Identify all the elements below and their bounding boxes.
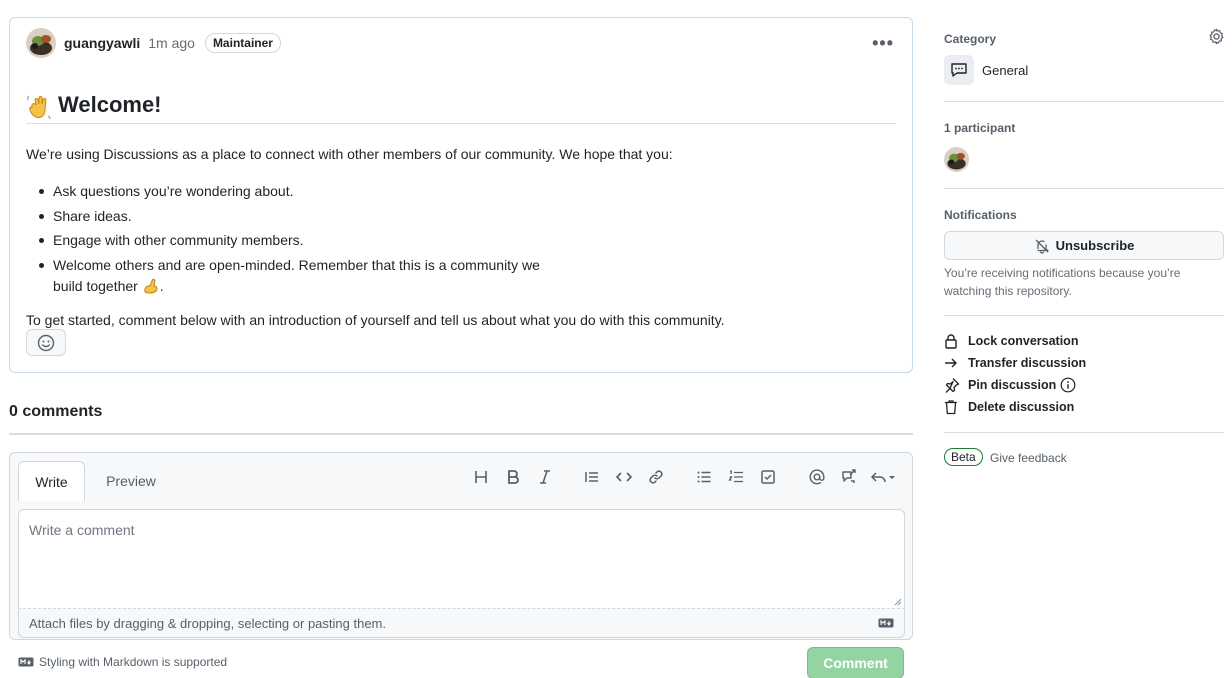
post-outro: To get started, comment below with an in… xyxy=(26,311,725,328)
list-item: Engage with other community members. xyxy=(26,230,896,250)
sidebar-divider xyxy=(944,315,1224,316)
author-name[interactable]: guangyawli xyxy=(64,35,140,51)
lock-conversation-link[interactable]: Lock conversation xyxy=(944,332,1078,350)
sidebar-divider xyxy=(944,188,1224,189)
pin-discussion-link[interactable]: Pin discussion xyxy=(944,376,1076,394)
lock-conversation-label: Lock conversation xyxy=(968,334,1079,348)
info-icon[interactable] xyxy=(1060,377,1076,393)
discussion-post: guangyawli 1m ago Maintainer ••• Welcome… xyxy=(9,17,913,373)
smiley-icon xyxy=(37,334,55,351)
bell-slash-icon xyxy=(1035,239,1049,254)
trash-icon xyxy=(944,399,962,415)
post-bullet-list: Ask questions you’re wondering about. Sh… xyxy=(26,181,896,297)
participants-label: 1 participant xyxy=(944,121,1016,135)
sidebar-divider xyxy=(944,101,1224,102)
delete-discussion-link[interactable]: Delete discussion xyxy=(944,398,1074,416)
toolbar-list-group xyxy=(688,465,784,489)
list-item-text-line1: Welcome others and are open-minded. Reme… xyxy=(53,256,540,273)
comments-divider xyxy=(9,433,913,435)
beta-badge: Beta xyxy=(944,448,983,466)
sidebar-divider xyxy=(944,432,1224,433)
post-title-text: Welcome! xyxy=(58,92,162,117)
toolbar-misc-group xyxy=(801,465,901,489)
pin-discussion-label: Pin discussion xyxy=(968,378,1057,392)
give-feedback-link[interactable]: Give feedback xyxy=(990,451,1067,465)
post-header: guangyawli 1m ago Maintainer ••• xyxy=(26,28,896,58)
category-label: Category xyxy=(944,32,997,46)
tab-preview[interactable]: Preview xyxy=(94,461,168,501)
maintainer-badge: Maintainer xyxy=(204,33,281,53)
resize-grip-icon[interactable] xyxy=(894,598,902,606)
bold-icon[interactable] xyxy=(497,465,529,489)
waving-hand-icon xyxy=(27,95,51,120)
toolbar-insert-group xyxy=(576,465,672,489)
arrow-right-icon xyxy=(944,356,962,370)
transfer-discussion-label: Transfer discussion xyxy=(968,356,1087,370)
comment-textarea[interactable]: Write a comment xyxy=(18,509,905,608)
list-item-suffix: . xyxy=(159,277,164,294)
comment-placeholder: Write a comment xyxy=(29,522,135,538)
ordered-list-icon[interactable] xyxy=(720,465,752,489)
tasklist-icon[interactable] xyxy=(752,465,784,489)
gear-icon[interactable] xyxy=(1208,28,1225,45)
delete-discussion-label: Delete discussion xyxy=(968,400,1075,414)
notifications-reason: You’re receiving notifications because y… xyxy=(944,266,1181,298)
author-avatar[interactable] xyxy=(26,28,56,58)
list-item-text-line2: build together xyxy=(53,277,138,294)
italic-icon[interactable] xyxy=(529,465,561,489)
code-icon[interactable] xyxy=(608,465,640,489)
markdown-icon xyxy=(18,657,34,667)
markdown-note-text: Styling with Markdown is supported xyxy=(39,655,228,669)
tab-write[interactable]: Write xyxy=(18,461,85,501)
list-item: Share ideas. xyxy=(26,206,896,226)
markdown-icon xyxy=(878,618,894,628)
category-emoji-icon xyxy=(944,55,974,85)
notifications-label: Notifications xyxy=(944,208,1017,222)
heading-icon[interactable] xyxy=(465,465,497,489)
list-item: Welcome others and are open-minded. Reme… xyxy=(26,255,566,297)
comment-submit-button[interactable]: Comment xyxy=(807,647,904,678)
quote-icon[interactable] xyxy=(576,465,608,489)
post-intro: We’re using Discussions as a place to co… xyxy=(26,146,673,162)
participant-avatar[interactable] xyxy=(944,147,969,172)
post-title: Welcome! xyxy=(26,92,896,124)
unsubscribe-button[interactable]: Unsubscribe xyxy=(944,231,1224,260)
transfer-discussion-link[interactable]: Transfer discussion xyxy=(944,354,1086,372)
cross-reference-icon[interactable] xyxy=(833,465,865,489)
reply-icon[interactable] xyxy=(865,465,901,489)
unordered-list-icon[interactable] xyxy=(688,465,720,489)
more-options-icon[interactable]: ••• xyxy=(872,33,894,54)
pin-icon xyxy=(944,377,962,393)
comments-count: 0 comments xyxy=(9,403,103,420)
link-icon[interactable] xyxy=(640,465,672,489)
category-name[interactable]: General xyxy=(982,63,1028,78)
flexed-biceps-icon xyxy=(144,278,158,294)
comment-editor: Write Preview Write a comment Attach fil… xyxy=(9,452,913,640)
list-item: Ask questions you’re wondering about. xyxy=(26,181,896,201)
lock-icon xyxy=(944,333,962,349)
post-time[interactable]: 1m ago xyxy=(148,35,195,51)
post-body: We’re using Discussions as a place to co… xyxy=(26,144,896,330)
add-reaction-button[interactable] xyxy=(26,329,66,356)
mention-icon[interactable] xyxy=(801,465,833,489)
attach-files-bar[interactable]: Attach files by dragging & dropping, sel… xyxy=(18,608,905,638)
unsubscribe-label: Unsubscribe xyxy=(1055,238,1135,253)
markdown-note[interactable]: Styling with Markdown is supported xyxy=(18,655,227,669)
toolbar-format-group xyxy=(465,465,561,489)
attach-files-text: Attach files by dragging & dropping, sel… xyxy=(29,615,386,631)
